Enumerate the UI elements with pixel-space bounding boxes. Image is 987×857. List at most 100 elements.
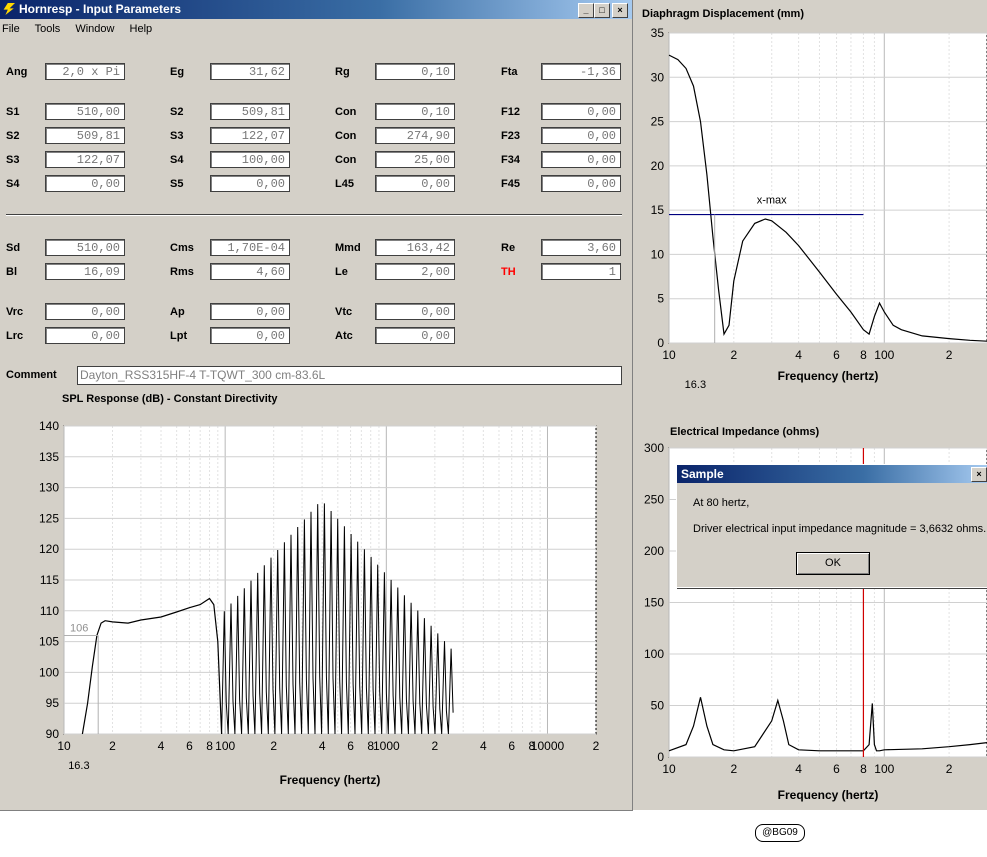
param-label-fta: Fta bbox=[501, 66, 518, 78]
param-field-eg[interactable]: 31,62 bbox=[210, 63, 290, 80]
param-field-s3[interactable]: 122,07 bbox=[210, 127, 290, 144]
dialog-close-button[interactable]: × bbox=[971, 467, 987, 482]
param-field-f23[interactable]: 0,00 bbox=[541, 127, 621, 144]
param-field-con[interactable]: 0,10 bbox=[375, 103, 455, 120]
dialog-title-bar[interactable]: Sample × bbox=[677, 465, 987, 483]
param-field-s5[interactable]: 0,00 bbox=[210, 175, 290, 192]
param-label-con: Con bbox=[335, 154, 357, 166]
param-field-ang[interactable]: 2,0 x Pi bbox=[45, 63, 125, 80]
plot-area bbox=[668, 32, 987, 344]
y-tick-label: 300 bbox=[644, 441, 664, 455]
x-tick-label: 4 bbox=[795, 348, 802, 362]
param-field-s1[interactable]: 510,00 bbox=[45, 103, 125, 120]
y-tick-label: 50 bbox=[651, 699, 665, 713]
x-tick-label: 100 bbox=[874, 348, 894, 362]
param-field-l45[interactable]: 0,00 bbox=[375, 175, 455, 192]
y-tick-label: 20 bbox=[651, 159, 665, 173]
y-tick-label: 5 bbox=[657, 292, 664, 306]
x-tick-label: 6 bbox=[833, 348, 840, 362]
param-label-bl: Bl bbox=[6, 266, 17, 278]
menu-bar: File Tools Window Help bbox=[2, 23, 164, 35]
x-tick-label: 10 bbox=[662, 762, 676, 776]
y-tick-label: 95 bbox=[46, 696, 60, 710]
param-label-s2: S2 bbox=[170, 106, 184, 118]
input-parameters-window: Hornresp - Input Parameters _ □ × File T… bbox=[0, 0, 633, 811]
dialog-title: Sample bbox=[681, 467, 724, 481]
sample-dialog: Sample × At 80 hertz, Driver electrical … bbox=[676, 464, 987, 588]
x-tick-label: 2 bbox=[431, 739, 438, 753]
param-label-ang: Ang bbox=[6, 66, 28, 78]
param-label-s5: S5 bbox=[170, 178, 184, 190]
param-field-sd[interactable]: 510,00 bbox=[45, 239, 125, 256]
maximize-button[interactable]: □ bbox=[594, 3, 610, 18]
param-field-rms[interactable]: 4,60 bbox=[210, 263, 290, 280]
x-tick-label: 10000 bbox=[531, 739, 565, 753]
x-tick-label: 2 bbox=[593, 739, 600, 753]
x-tick-label: 2 bbox=[109, 739, 116, 753]
title-bar[interactable]: Hornresp - Input Parameters _ □ × bbox=[0, 0, 632, 19]
x-tick-label: 6 bbox=[833, 762, 840, 776]
param-field-ap[interactable]: 0,00 bbox=[210, 303, 290, 320]
param-field-le[interactable]: 2,00 bbox=[375, 263, 455, 280]
y-tick-label: 135 bbox=[39, 450, 59, 464]
param-field-mmd[interactable]: 163,42 bbox=[375, 239, 455, 256]
param-field-con[interactable]: 274,90 bbox=[375, 127, 455, 144]
x-tick-label: 2 bbox=[946, 348, 953, 362]
param-field-bl[interactable]: 16,09 bbox=[45, 263, 125, 280]
param-field-re[interactable]: 3,60 bbox=[541, 239, 621, 256]
param-field-f12[interactable]: 0,00 bbox=[541, 103, 621, 120]
param-label-rg: Rg bbox=[335, 66, 350, 78]
menu-window[interactable]: Window bbox=[75, 23, 114, 35]
displacement-panel: Diaphragm Displacement (mm) 0 5 10 15 20 25 30… bbox=[633, 0, 987, 420]
param-label-s4: S4 bbox=[6, 178, 20, 190]
dialog-line-2: Driver electrical input impedance magnit… bbox=[693, 523, 987, 535]
param-field-th[interactable]: 1 bbox=[541, 263, 621, 280]
param-field-lpt[interactable]: 0,00 bbox=[210, 327, 290, 344]
x-axis-label: Frequency (hertz) bbox=[778, 369, 879, 383]
param-field-s4[interactable]: 0,00 bbox=[45, 175, 125, 192]
param-field-s2[interactable]: 509,81 bbox=[45, 127, 125, 144]
param-field-con[interactable]: 25,00 bbox=[375, 151, 455, 168]
y-tick-label: 140 bbox=[39, 419, 59, 433]
param-label-sd: Sd bbox=[6, 242, 21, 254]
menu-file[interactable]: File bbox=[2, 23, 20, 35]
y-tick-label: 100 bbox=[644, 647, 664, 661]
param-field-rg[interactable]: 0,10 bbox=[375, 63, 455, 80]
param-label-f45: F45 bbox=[501, 178, 520, 190]
param-field-vtc[interactable]: 0,00 bbox=[375, 303, 455, 320]
param-label-cms: Cms bbox=[170, 242, 194, 254]
param-field-cms[interactable]: 1,70E-04 bbox=[210, 239, 290, 256]
param-field-f45[interactable]: 0,00 bbox=[541, 175, 621, 192]
menu-tools[interactable]: Tools bbox=[35, 23, 61, 35]
annotation-16-3: 16.3 bbox=[68, 760, 89, 772]
param-field-s4[interactable]: 100,00 bbox=[210, 151, 290, 168]
x-tick-label: 8 bbox=[860, 762, 867, 776]
y-tick-label: 30 bbox=[651, 70, 665, 84]
y-tick-label: 110 bbox=[40, 604, 59, 618]
param-field-s2[interactable]: 509,81 bbox=[210, 103, 290, 120]
param-label-s4: S4 bbox=[170, 154, 184, 166]
y-tick-label: 250 bbox=[644, 493, 664, 507]
param-field-f34[interactable]: 0,00 bbox=[541, 151, 621, 168]
x-tick-label: 8 bbox=[206, 739, 213, 753]
x-tick-label: 4 bbox=[319, 739, 326, 753]
param-field-fta[interactable]: -1,36 bbox=[541, 63, 621, 80]
x-max-label: x-max bbox=[757, 195, 787, 207]
menu-help[interactable]: Help bbox=[130, 23, 153, 35]
separator-line bbox=[6, 214, 622, 216]
annotation-106: 106 bbox=[70, 622, 88, 634]
close-button[interactable]: × bbox=[612, 3, 628, 18]
x-tick-label: 6 bbox=[186, 739, 193, 753]
minimize-button[interactable]: _ bbox=[578, 3, 594, 18]
param-field-s3[interactable]: 122,07 bbox=[45, 151, 125, 168]
comment-field[interactable]: Dayton_RSS315HF-4 T-TQWT_300 cm-83.6L bbox=[77, 366, 622, 385]
param-field-vrc[interactable]: 0,00 bbox=[45, 303, 125, 320]
param-label-s2: S2 bbox=[6, 130, 20, 142]
credit-badge: @BG09 bbox=[755, 824, 805, 842]
param-field-atc[interactable]: 0,00 bbox=[375, 327, 455, 344]
y-tick-label: 25 bbox=[651, 115, 665, 129]
ok-button[interactable]: OK bbox=[796, 552, 870, 575]
displacement-chart-title: Diaphragm Displacement (mm) bbox=[642, 8, 804, 20]
y-tick-label: 120 bbox=[39, 542, 59, 556]
param-field-lrc[interactable]: 0,00 bbox=[45, 327, 125, 344]
